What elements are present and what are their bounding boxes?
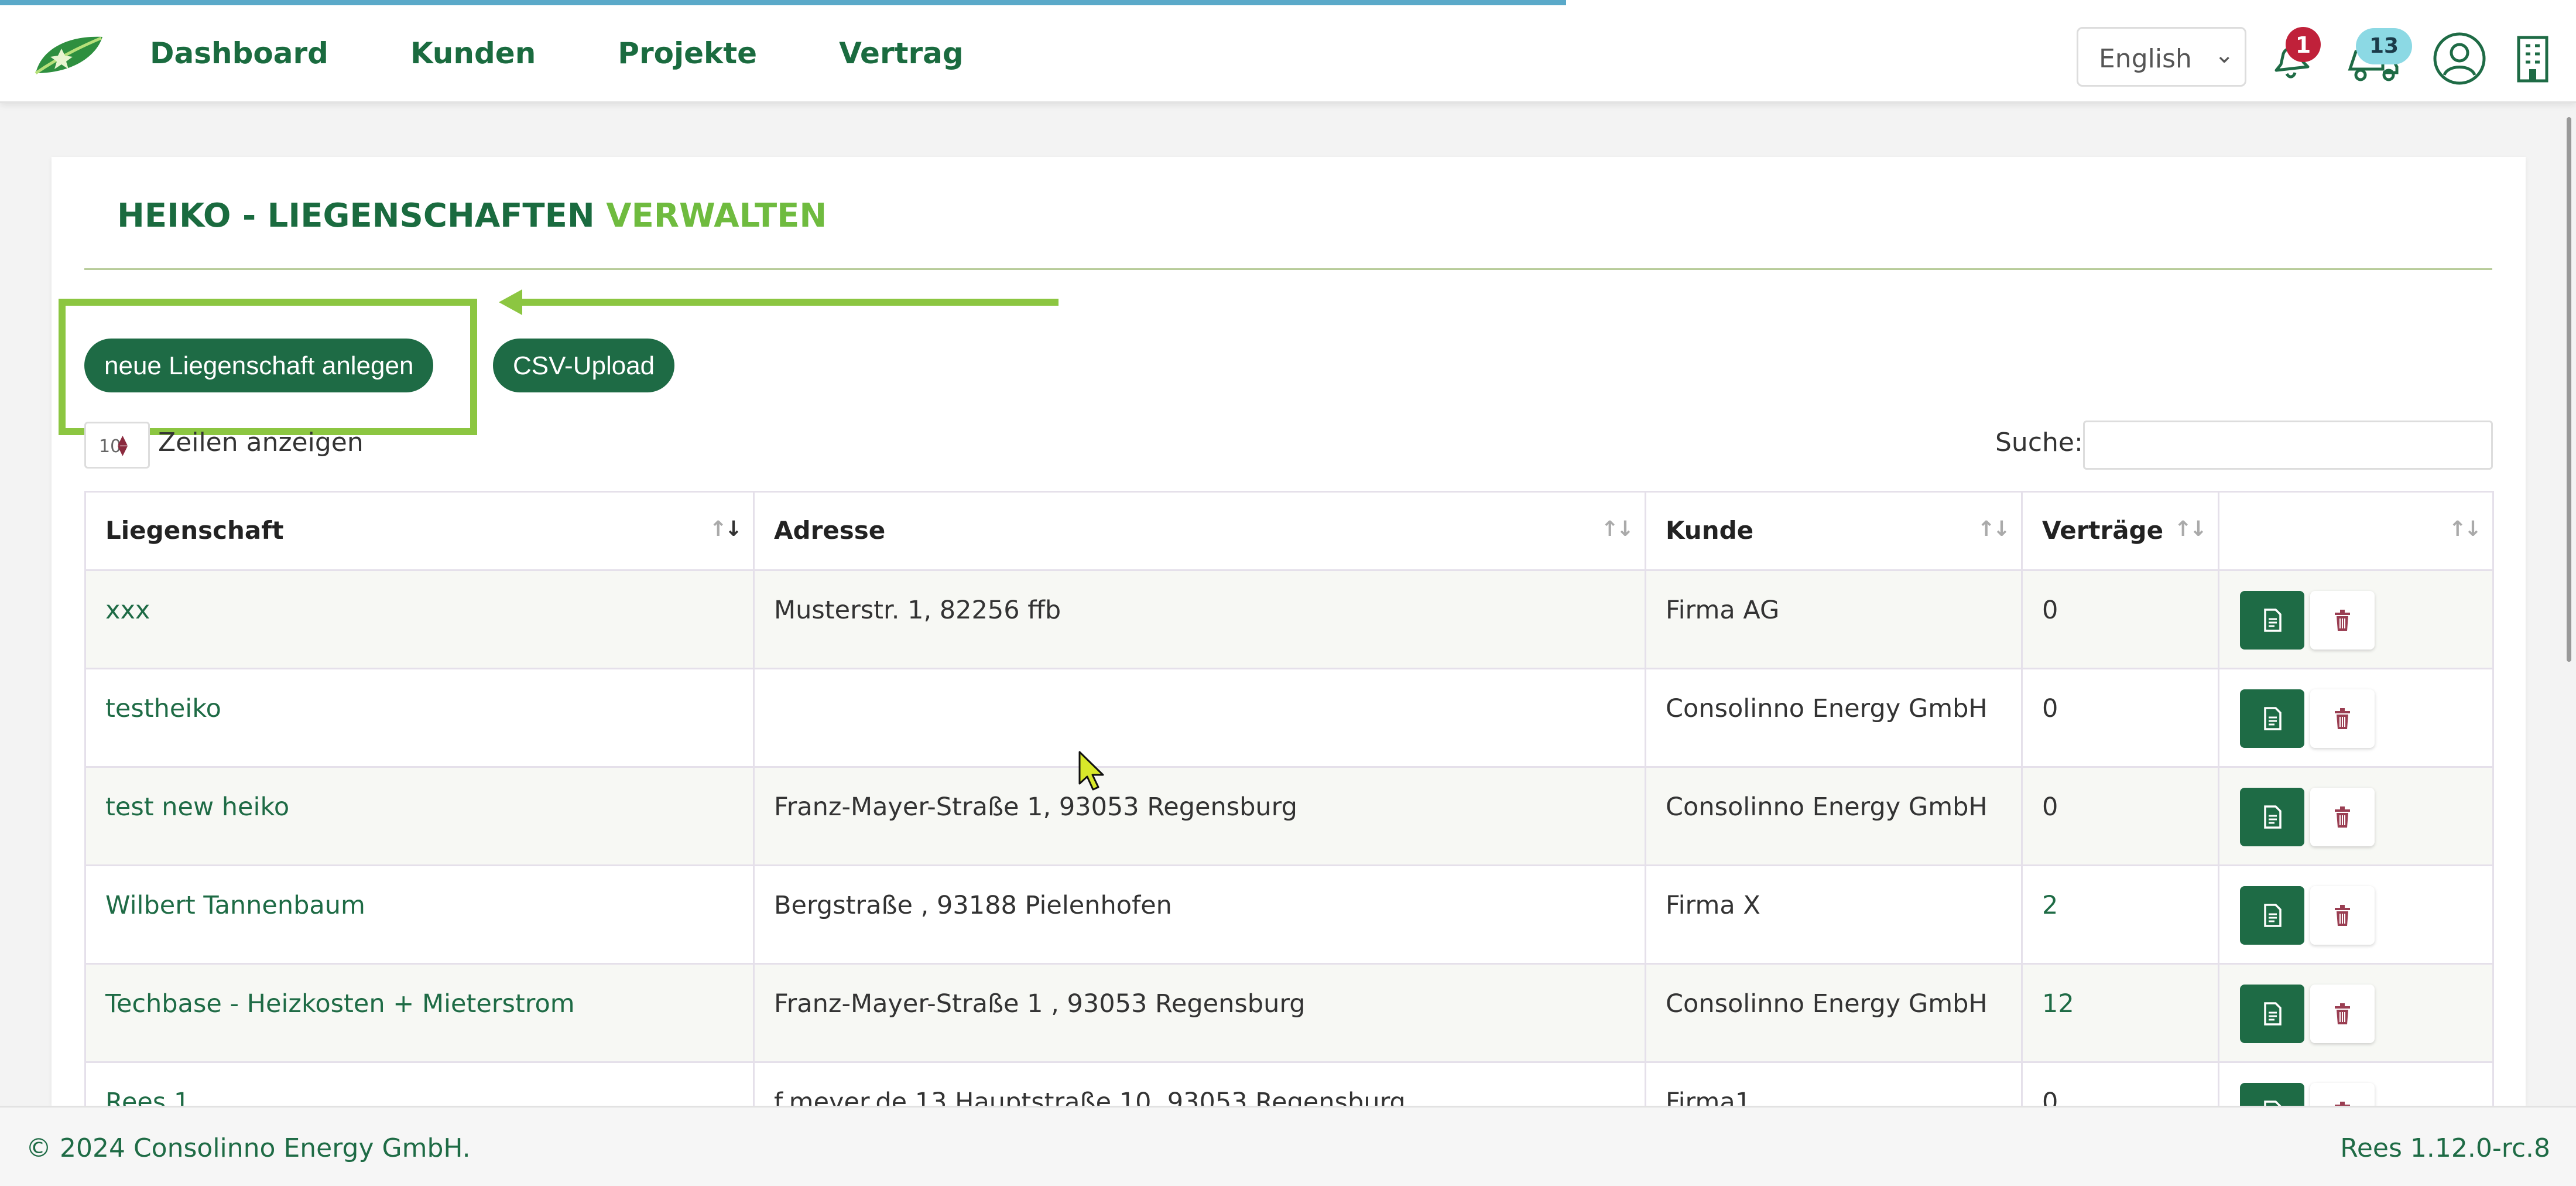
page-size-label: Zeilen anzeigen: [158, 428, 364, 457]
property-name-link[interactable]: xxx: [84, 569, 755, 669]
contracts-count-cell: 0: [2021, 668, 2219, 768]
top-navbar: Dashboard Kunden Projekte Vertrag Englis…: [0, 0, 2576, 103]
loading-progress-bar: [0, 0, 1566, 5]
row-actions-cell: [2218, 963, 2494, 1063]
property-name-link[interactable]: testheiko: [84, 668, 755, 768]
property-address-cell: Musterstr. 1, 82256 ffb: [753, 569, 1646, 669]
language-select-value: English: [2099, 44, 2192, 74]
table-row: testheiko Consolinno Energy GmbH 0: [84, 668, 2494, 768]
column-header-actions[interactable]: ↑↓: [2218, 491, 2494, 571]
trash-icon: [2335, 708, 2350, 729]
column-header-label: Kunde: [1666, 516, 1754, 545]
property-address-cell: Bergstraße , 93188 Pielenhofen: [753, 864, 1646, 965]
footer: © 2024 Consolinno Energy GmbH. Rees 1.12…: [0, 1106, 2576, 1186]
property-name-link[interactable]: Techbase - Heizkosten + Mieterstrom: [84, 963, 755, 1063]
trash-icon: [2335, 610, 2350, 631]
delete-button[interactable]: [2310, 985, 2375, 1043]
view-document-button[interactable]: [2240, 788, 2304, 846]
contracts-count-cell[interactable]: 12: [2021, 963, 2219, 1063]
document-icon: [2264, 707, 2282, 730]
nav-link-kunden[interactable]: Kunden: [410, 36, 536, 70]
page-size-select[interactable]: 10 ▲ ▼: [84, 422, 150, 469]
view-document-button[interactable]: [2240, 591, 2304, 650]
building-icon[interactable]: [2514, 34, 2551, 83]
contracts-count-cell: 0: [2021, 766, 2219, 866]
customer-cell: Consolinno Energy GmbH: [1645, 766, 2023, 866]
nav-link-projekte[interactable]: Projekte: [618, 36, 757, 70]
delete-button[interactable]: [2310, 689, 2375, 748]
sort-updown-icon: ▲ ▼: [118, 433, 128, 458]
csv-upload-button[interactable]: CSV-Upload: [493, 339, 675, 392]
row-actions-cell: [2218, 864, 2494, 965]
document-icon: [2264, 805, 2282, 829]
document-icon: [2264, 609, 2282, 632]
delete-button[interactable]: [2310, 591, 2375, 650]
view-document-button[interactable]: [2240, 689, 2304, 748]
table-header-row: Liegenschaft ↑↓ Adresse ↑↓ Kunde ↑↓ Verträg…: [84, 491, 2494, 571]
table-row: test new heiko Franz-Mayer-Straße 1, 9305…: [84, 766, 2494, 866]
contracts-count-cell[interactable]: 2: [2021, 864, 2219, 965]
nav-link-vertrag[interactable]: Vertrag: [839, 36, 964, 70]
property-address-cell: Franz-Mayer-Straße 1, 93053 Regensburg: [753, 766, 1646, 866]
page-title-accent: VERWALTEN: [606, 197, 827, 235]
mouse-cursor-icon: [1078, 751, 1104, 791]
sort-icon: ↑↓: [2448, 517, 2482, 541]
main-nav: Dashboard Kunden Projekte Vertrag: [150, 36, 964, 70]
view-document-button[interactable]: [2240, 985, 2304, 1043]
column-header-kunde[interactable]: Kunde ↑↓: [1645, 491, 2023, 571]
user-account-icon[interactable]: [2433, 32, 2486, 86]
column-header-liegenschaft[interactable]: Liegenschaft ↑↓: [84, 491, 755, 571]
sort-icon: ↑↓: [2174, 517, 2207, 541]
property-name-link[interactable]: Wilbert Tannenbaum: [84, 864, 755, 965]
language-select[interactable]: English ⌄: [2077, 27, 2246, 87]
chevron-down-icon: ⌄: [2214, 42, 2234, 69]
document-icon: [2264, 1002, 2282, 1026]
page-title-main: HEIKO - LIEGENSCHAFTEN: [117, 197, 595, 235]
search-label: Suche:: [1995, 428, 2083, 457]
new-property-button[interactable]: neue Liegenschaft anlegen: [84, 339, 434, 392]
search-input[interactable]: [2083, 421, 2493, 470]
column-header-adresse[interactable]: Adresse ↑↓: [753, 491, 1646, 571]
customer-cell: Firma X: [1645, 864, 2023, 965]
column-header-vertraege[interactable]: Verträge ↑↓: [2021, 491, 2219, 571]
document-icon: [2264, 904, 2282, 927]
page-title: HEIKO - LIEGENSCHAFTEN VERWALTEN: [117, 197, 827, 235]
table-row: xxx Musterstr. 1, 82256 ffb Firma AG 0: [84, 569, 2494, 669]
trash-icon: [2335, 905, 2350, 926]
delete-button[interactable]: [2310, 886, 2375, 945]
consolinno-logo-icon[interactable]: [32, 32, 105, 79]
sort-icon: ↑↓: [1601, 517, 1634, 541]
annotation-arrow: [515, 299, 1059, 306]
row-actions-cell: [2218, 668, 2494, 768]
column-header-label: Liegenschaft: [105, 516, 284, 545]
footer-version: Rees 1.12.0-rc.8: [2340, 1133, 2550, 1163]
trash-icon: [2335, 1003, 2350, 1024]
messages-count-badge: 13: [2356, 28, 2412, 64]
table-row: Techbase - Heizkosten + Mieterstrom Franz…: [84, 963, 2494, 1063]
customer-cell: Firma AG: [1645, 569, 2023, 669]
view-document-button[interactable]: [2240, 886, 2304, 945]
property-address-cell: Franz-Mayer-Straße 1 , 93053 Regensburg: [753, 963, 1646, 1063]
nav-link-dashboard[interactable]: Dashboard: [150, 36, 328, 70]
column-header-label: Verträge: [2042, 516, 2164, 545]
column-header-label: Adresse: [774, 516, 886, 545]
properties-table: Liegenschaft ↑↓ Adresse ↑↓ Kunde ↑↓ Verträg…: [84, 491, 2494, 1161]
notification-count-badge: 1: [2286, 27, 2321, 62]
footer-copyright: © 2024 Consolinno Energy GmbH.: [26, 1133, 471, 1163]
row-actions-cell: [2218, 766, 2494, 866]
property-name-link[interactable]: test new heiko: [84, 766, 755, 866]
customer-cell: Consolinno Energy GmbH: [1645, 668, 2023, 768]
trash-icon: [2335, 806, 2350, 828]
delete-button[interactable]: [2310, 788, 2375, 846]
row-actions-cell: [2218, 569, 2494, 669]
sort-desc-icon: ↑↓: [709, 517, 742, 541]
title-divider: [84, 268, 2492, 270]
property-address-cell: [753, 668, 1646, 768]
sort-icon: ↑↓: [1977, 517, 2010, 541]
customer-cell: Consolinno Energy GmbH: [1645, 963, 2023, 1063]
contracts-count-cell: 0: [2021, 569, 2219, 669]
page-scrollbar[interactable]: [2567, 117, 2571, 662]
table-row: Wilbert Tannenbaum Bergstraße , 93188 Pie…: [84, 864, 2494, 965]
